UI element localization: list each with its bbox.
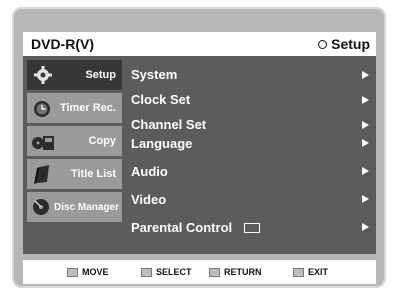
arrow-right-icon: [362, 139, 369, 147]
sidebar-item-label: Disc Manager: [53, 201, 119, 213]
menu-item-audio[interactable]: Audio: [131, 154, 371, 188]
sidebar-item-label: Title List: [70, 168, 116, 180]
header-bar: DVD-R(V) Setup: [23, 32, 376, 56]
disc-icon: [33, 199, 49, 215]
arrow-right-icon: [362, 120, 369, 129]
lock-icon: [243, 222, 260, 233]
gear-icon: [34, 66, 52, 84]
menu-item-parental-wrap: Parental Control: [131, 220, 260, 235]
clock-icon: [34, 101, 50, 117]
menu-item-label: Audio: [131, 163, 168, 179]
arrow-right-icon: [362, 70, 369, 79]
footer-exit-label: EXIT: [308, 267, 329, 277]
sidebar-item-title-list[interactable]: Title List: [27, 159, 122, 189]
sidebar-item-disc-manager[interactable]: Disc Manager: [27, 192, 122, 222]
menu-item-video[interactable]: Video: [131, 188, 371, 210]
settings-menu: System Clock Set Channel Set Language Au…: [131, 62, 371, 244]
sidebar: Setup Timer Rec. Copy Title List Disc Ma…: [27, 60, 122, 226]
list-icon: [34, 165, 49, 184]
menu-item-parental-control[interactable]: Parental Control: [131, 210, 371, 244]
arrow-right-icon: [362, 167, 369, 175]
menu-item-label: System: [131, 67, 178, 82]
menu-item-language[interactable]: Language: [131, 132, 371, 154]
copy-icon: [32, 136, 54, 150]
select-key-icon: [141, 267, 152, 277]
mode-label: Setup: [331, 36, 370, 52]
sidebar-item-copy[interactable]: Copy: [27, 126, 122, 156]
mode-dot-icon: [318, 39, 328, 49]
sidebar-item-setup[interactable]: Setup: [27, 60, 122, 90]
footer-move: MOVE: [67, 267, 109, 277]
footer-bar: MOVE SELECT RETURN EXIT: [23, 260, 376, 284]
menu-item-label: Language: [131, 135, 193, 151]
sidebar-item-label: Copy: [88, 135, 117, 147]
exit-key-icon: [293, 267, 304, 277]
arrow-right-icon: [362, 223, 369, 231]
footer-move-label: MOVE: [82, 267, 109, 277]
arrow-right-icon: [362, 95, 369, 104]
footer-select-label: SELECT: [156, 267, 192, 277]
menu-item-system[interactable]: System: [131, 62, 371, 87]
menu-item-label: Channel Set: [131, 117, 207, 132]
device-title: DVD-R(V): [31, 36, 94, 52]
menu-item-clock-set[interactable]: Clock Set: [131, 87, 371, 112]
menu-item-label: Parental Control: [131, 219, 233, 235]
footer-exit: EXIT: [293, 267, 328, 277]
return-key-icon: [209, 267, 220, 277]
sidebar-item-label: Timer Rec.: [59, 102, 116, 114]
move-key-icon: [67, 267, 78, 277]
menu-item-label: Video: [131, 191, 167, 207]
menu-item-label: Clock Set: [131, 92, 191, 107]
mode-indicator: Setup: [318, 36, 370, 52]
footer-select: SELECT: [141, 267, 192, 277]
sidebar-item-label: Setup: [85, 69, 116, 81]
footer-return-label: RETURN: [224, 267, 262, 277]
sidebar-item-timer-rec[interactable]: Timer Rec.: [27, 93, 122, 123]
footer-return: RETURN: [209, 267, 262, 277]
arrow-right-icon: [362, 195, 369, 203]
